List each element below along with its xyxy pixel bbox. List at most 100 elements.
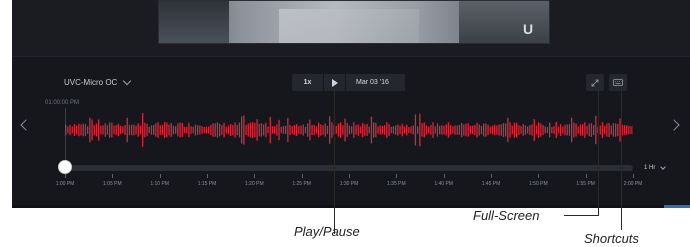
waveform-bar: [375, 122, 377, 138]
waveform-bar: [190, 126, 192, 134]
divider: [12, 56, 690, 57]
waveform-bar: [615, 123, 617, 137]
zoom-select[interactable]: 1 Hr: [644, 164, 667, 171]
waveform-bar: [428, 126, 430, 134]
waveform-bar: [566, 124, 568, 136]
waveform-bar: [454, 125, 456, 135]
shortcuts-button[interactable]: [609, 74, 627, 91]
ubiquiti-logo-icon: U: [523, 21, 534, 37]
waveform-bar: [73, 124, 76, 136]
waveform-bar: [131, 124, 133, 136]
waveform-bar: [439, 125, 441, 135]
waveform-bar: [124, 124, 126, 135]
waveform-bar: [71, 126, 73, 134]
time-tick: [491, 174, 492, 178]
timeline-scrubber-handle[interactable]: [58, 160, 72, 174]
time-tick: [159, 174, 161, 178]
waveform-bar: [421, 123, 423, 137]
waveform-bar: [172, 125, 175, 135]
waveform-bar: [617, 124, 619, 136]
waveform-bar: [227, 125, 230, 135]
waveform-bar: [214, 123, 216, 137]
waveform-bar: [582, 124, 584, 136]
time-tick: [538, 174, 540, 178]
waveform-bar: [450, 125, 452, 135]
time-tick-label: 1:40 PM: [434, 181, 453, 187]
waveform-bar: [267, 126, 269, 134]
waveform-bar: [487, 124, 489, 136]
waveform-bar: [573, 122, 575, 138]
waveform-bar: [626, 125, 628, 135]
waveform-bar: [498, 124, 500, 136]
chevron-left-icon[interactable]: [20, 119, 32, 131]
waveform-bar: [489, 126, 491, 134]
waveform-bar: [155, 123, 157, 137]
waveform-bar: [234, 122, 236, 138]
waveform-bar: [509, 122, 511, 138]
full-screen-callout: Full-Screen: [473, 208, 540, 223]
waveform-bar: [412, 125, 414, 135]
video-frame[interactable]: U: [158, 0, 550, 44]
timeline-track[interactable]: [65, 165, 633, 171]
waveform-bar: [355, 125, 357, 135]
play-icon: [331, 78, 338, 87]
waveform-bar: [579, 124, 582, 136]
waveform-bar: [271, 126, 274, 134]
waveform-bar: [311, 125, 313, 135]
motion-waveform[interactable]: [65, 110, 633, 150]
waveform-bar: [467, 123, 469, 137]
waveform-bar: [535, 125, 538, 135]
waveform-bar: [252, 122, 254, 138]
waveform-bar: [291, 126, 293, 134]
time-tick-label: 1:15 PM: [197, 181, 217, 187]
waveform-bar: [194, 124, 197, 136]
play-pause-button[interactable]: [324, 74, 346, 91]
speed-button[interactable]: 1x: [292, 74, 324, 91]
waveform-bar: [263, 124, 265, 136]
start-time-label: 01:00:00 PM: [45, 100, 80, 106]
waveform-bar: [293, 124, 296, 136]
waveform-bar: [219, 123, 221, 137]
time-tick-label: 2:00 PM: [623, 181, 643, 187]
waveform-bar: [287, 117, 289, 143]
waveform-bar: [300, 125, 302, 135]
waveform-bar: [425, 125, 428, 135]
waveform-bar: [502, 123, 505, 137]
waveform-bar: [562, 126, 564, 134]
waveform-bar: [205, 126, 208, 134]
waveform-bar: [410, 126, 412, 134]
waveform-bar: [483, 123, 485, 137]
waveform-bar: [403, 126, 406, 134]
camera-select[interactable]: UVC-Micro OC: [64, 76, 132, 87]
chevron-right-icon[interactable]: [668, 119, 680, 131]
waveform-bar: [183, 126, 186, 134]
waveform-bar: [221, 125, 223, 135]
waveform-bar: [388, 123, 390, 136]
waveform-bar: [399, 125, 401, 135]
waveform-bar: [599, 125, 601, 135]
waveform-bar: [78, 123, 80, 137]
waveform-bar: [406, 124, 408, 136]
date-picker[interactable]: Mar 03 '16: [346, 74, 406, 91]
waveform-bar: [175, 126, 177, 134]
waveform-bar: [465, 123, 467, 137]
waveform-bar: [549, 122, 551, 138]
time-tick-label: 1:50 PM: [529, 181, 548, 187]
waveform-bar: [608, 122, 610, 137]
time-tick: [112, 174, 114, 178]
waveform-bar: [337, 123, 340, 137]
waveform-bar: [65, 124, 67, 136]
waveform-bar: [117, 123, 120, 137]
screenshot-canvas: U UVC-Micro OC 1x Mar 03 '16 01:00:00 PM…: [0, 0, 690, 247]
waveform-bar: [137, 123, 139, 137]
waveform-bar: [91, 119, 93, 141]
waveform-bar: [568, 124, 571, 136]
camera-name: UVC-Micro OC: [64, 78, 118, 87]
fullscreen-button[interactable]: [586, 74, 604, 91]
waveform-bar: [212, 123, 214, 137]
waveform-bar: [322, 125, 324, 135]
time-tick-label: 1:45 PM: [481, 181, 501, 187]
waveform-bar: [386, 122, 388, 138]
time-tick-label: 1:35 PM: [387, 181, 406, 187]
time-tick-label: 1:00 PM: [55, 181, 75, 187]
